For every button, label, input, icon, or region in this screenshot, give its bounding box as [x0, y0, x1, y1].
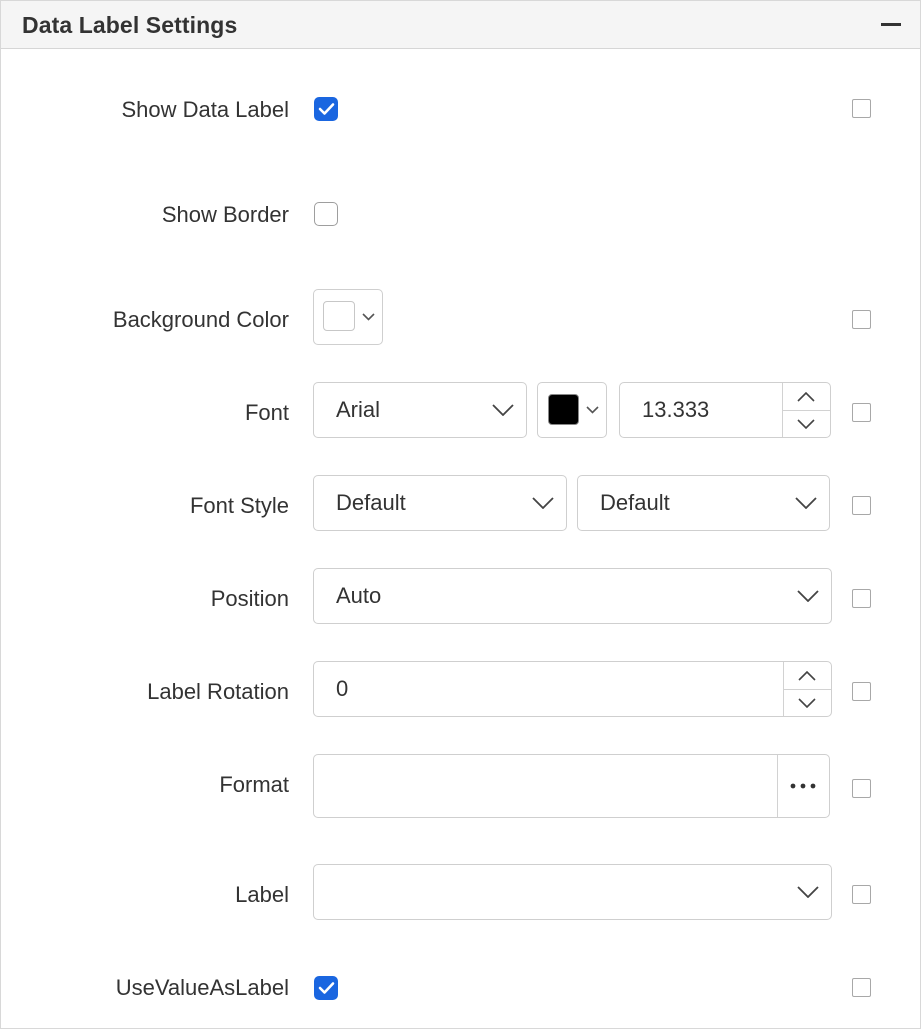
- chevron-down-icon: [492, 404, 514, 416]
- format-side-checkbox[interactable]: [852, 779, 871, 798]
- font-size-numeric[interactable]: 13.333: [619, 382, 831, 438]
- font-weight-dropdown[interactable]: Default: [577, 475, 830, 531]
- chevron-down-icon: [362, 313, 375, 321]
- label-label: Label: [235, 882, 289, 907]
- label-rotation-numeric[interactable]: 0: [313, 661, 832, 717]
- chevron-down-icon: [798, 698, 816, 708]
- background-color-picker[interactable]: [313, 289, 383, 345]
- font-size-decrement[interactable]: [783, 411, 829, 437]
- use-value-as-label-side-checkbox[interactable]: [852, 978, 871, 997]
- font-style-dropdown[interactable]: Default: [313, 475, 567, 531]
- chevron-down-icon: [797, 419, 815, 429]
- show-data-label-side-checkbox[interactable]: [852, 99, 871, 118]
- font-side-checkbox[interactable]: [852, 403, 871, 422]
- chevron-up-icon: [797, 392, 815, 402]
- font-style-label: Font Style: [189, 493, 289, 518]
- position-value: Auto: [336, 583, 382, 608]
- font-label: Font: [244, 400, 289, 425]
- font-style-side-checkbox[interactable]: [852, 496, 871, 515]
- chevron-down-icon: [797, 590, 819, 602]
- format-label: Format: [219, 772, 289, 797]
- use-value-as-label-checkbox[interactable]: [314, 976, 338, 1000]
- font-family-dropdown[interactable]: Arial: [313, 382, 527, 438]
- background-color-side-checkbox[interactable]: [852, 310, 871, 329]
- chevron-down-icon: [795, 497, 817, 509]
- chevron-down-icon: [532, 497, 554, 509]
- format-input[interactable]: [313, 754, 830, 818]
- check-icon: [318, 103, 335, 115]
- position-dropdown[interactable]: Auto: [313, 568, 832, 624]
- show-border-label: Show Border: [161, 202, 289, 227]
- label-rotation-decrement[interactable]: [784, 690, 830, 716]
- minus-icon[interactable]: [881, 23, 901, 26]
- label-rotation-increment[interactable]: [784, 663, 830, 689]
- font-style-value: Default: [336, 490, 406, 515]
- label-dropdown[interactable]: [313, 864, 832, 920]
- show-data-label-label: Show Data Label: [121, 97, 289, 122]
- position-label: Position: [210, 586, 289, 611]
- font-weight-value: Default: [600, 490, 670, 515]
- background-color-swatch: [323, 301, 355, 331]
- panel-header: Data Label Settings: [1, 1, 920, 49]
- label-side-checkbox[interactable]: [852, 885, 871, 904]
- ellipsis-icon: [790, 783, 816, 788]
- check-icon: [318, 982, 335, 994]
- label-rotation-side-checkbox[interactable]: [852, 682, 871, 701]
- font-family-value: Arial: [336, 397, 381, 422]
- chevron-down-icon: [586, 406, 599, 414]
- use-value-as-label-label: UseValueAsLabel: [115, 975, 289, 1000]
- panel-title: Data Label Settings: [22, 12, 238, 38]
- show-data-label-checkbox[interactable]: [314, 97, 338, 121]
- show-border-checkbox[interactable]: [314, 202, 338, 226]
- label-rotation-value: 0: [336, 676, 349, 701]
- label-rotation-label: Label Rotation: [147, 679, 289, 704]
- font-color-picker[interactable]: [537, 382, 607, 438]
- format-builder-button[interactable]: [778, 755, 828, 816]
- chevron-up-icon: [798, 671, 816, 681]
- chevron-down-icon: [797, 886, 819, 898]
- position-side-checkbox[interactable]: [852, 589, 871, 608]
- font-size-value: 13.333: [642, 397, 710, 422]
- font-color-swatch: [548, 394, 579, 425]
- data-label-settings-panel: Data Label Settings Show Data Label Show…: [0, 0, 921, 1029]
- font-size-increment[interactable]: [783, 384, 829, 410]
- background-color-label: Background Color: [112, 307, 289, 332]
